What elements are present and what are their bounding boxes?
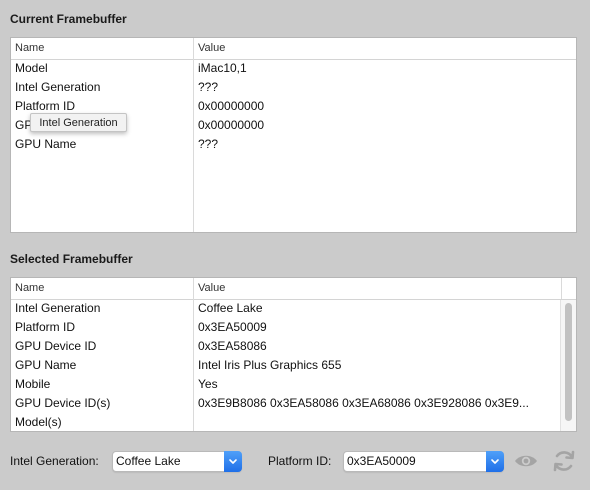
table-header: Name Value [11, 38, 576, 60]
row-value: Coffee Lake [198, 301, 263, 315]
row-value: 0x00000000 [198, 99, 265, 113]
table-row[interactable]: GPU Device ID 0x3EA58086 [11, 337, 576, 356]
row-name: Intel Generation [15, 80, 101, 94]
row-value: Intel Iris Plus Graphics 655 [198, 358, 342, 372]
vertical-scrollbar[interactable] [560, 300, 576, 431]
row-value: 0x00000000 [198, 118, 265, 132]
column-header-name[interactable]: Name [11, 38, 194, 59]
row-name: GPU Name [15, 137, 77, 151]
column-header-value[interactable]: Value [194, 278, 562, 299]
refresh-icon[interactable] [551, 448, 577, 477]
row-name: GPU Device ID [15, 339, 97, 353]
row-name: Intel Generation [15, 301, 101, 315]
selected-framebuffer-table[interactable]: Name Value Intel Generation Coffee Lake … [10, 277, 577, 432]
table-row[interactable]: GPU Name Intel Iris Plus Graphics 655 [11, 356, 576, 375]
row-value: ??? [198, 80, 219, 94]
column-header-value[interactable]: Value [194, 38, 574, 59]
table-row[interactable]: GPU Name ??? [11, 135, 576, 154]
chevron-down-icon[interactable] [486, 451, 504, 472]
intel-generation-select[interactable]: Coffee Lake [112, 451, 242, 472]
table-row[interactable]: Model(s) [11, 413, 576, 431]
table-row[interactable]: Intel Generation ??? [11, 78, 576, 97]
row-name: Mobile [15, 377, 51, 391]
platform-id-select[interactable]: 0x3EA50009 [343, 451, 504, 472]
table-row[interactable]: Model iMac10,1 [11, 59, 576, 78]
tooltip: Intel Generation [30, 113, 127, 132]
chevron-down-icon[interactable] [224, 451, 242, 472]
table-row[interactable]: GPU Device ID(s) 0x3E9B8086 0x3EA58086 0… [11, 394, 576, 413]
row-name: Platform ID [15, 320, 76, 334]
intel-generation-value: Coffee Lake [116, 454, 181, 468]
column-divider [561, 278, 562, 299]
row-name: Model(s) [15, 415, 62, 429]
table-row[interactable]: Intel Generation Coffee Lake [11, 299, 576, 318]
eye-icon[interactable] [513, 450, 539, 475]
current-framebuffer-title: Current Framebuffer [10, 12, 127, 26]
row-name: GPU Name [15, 358, 77, 372]
platform-id-label: Platform ID: [268, 454, 332, 468]
table-row[interactable]: Platform ID 0x3EA50009 [11, 318, 576, 337]
row-value: Yes [198, 377, 218, 391]
row-value: iMac10,1 [198, 61, 247, 75]
table-row[interactable]: Mobile Yes [11, 375, 576, 394]
row-value: 0x3EA58086 [198, 339, 267, 353]
row-value [194, 413, 560, 431]
table-header: Name Value [11, 278, 576, 300]
row-value: 0x3E9B8086 0x3EA58086 0x3EA68086 0x3E928… [198, 396, 529, 410]
row-value: ??? [198, 137, 219, 151]
intel-generation-label: Intel Generation: [10, 454, 99, 468]
selected-framebuffer-title: Selected Framebuffer [10, 252, 133, 266]
scrollbar-thumb[interactable] [565, 303, 572, 421]
platform-id-value: 0x3EA50009 [347, 454, 416, 468]
column-header-name[interactable]: Name [11, 278, 194, 299]
row-value: 0x3EA50009 [198, 320, 267, 334]
current-framebuffer-table[interactable]: Name Value Model iMac10,1 Intel Generati… [10, 37, 577, 233]
row-name: GPU Device ID(s) [15, 396, 111, 410]
row-name: Model [15, 61, 48, 75]
